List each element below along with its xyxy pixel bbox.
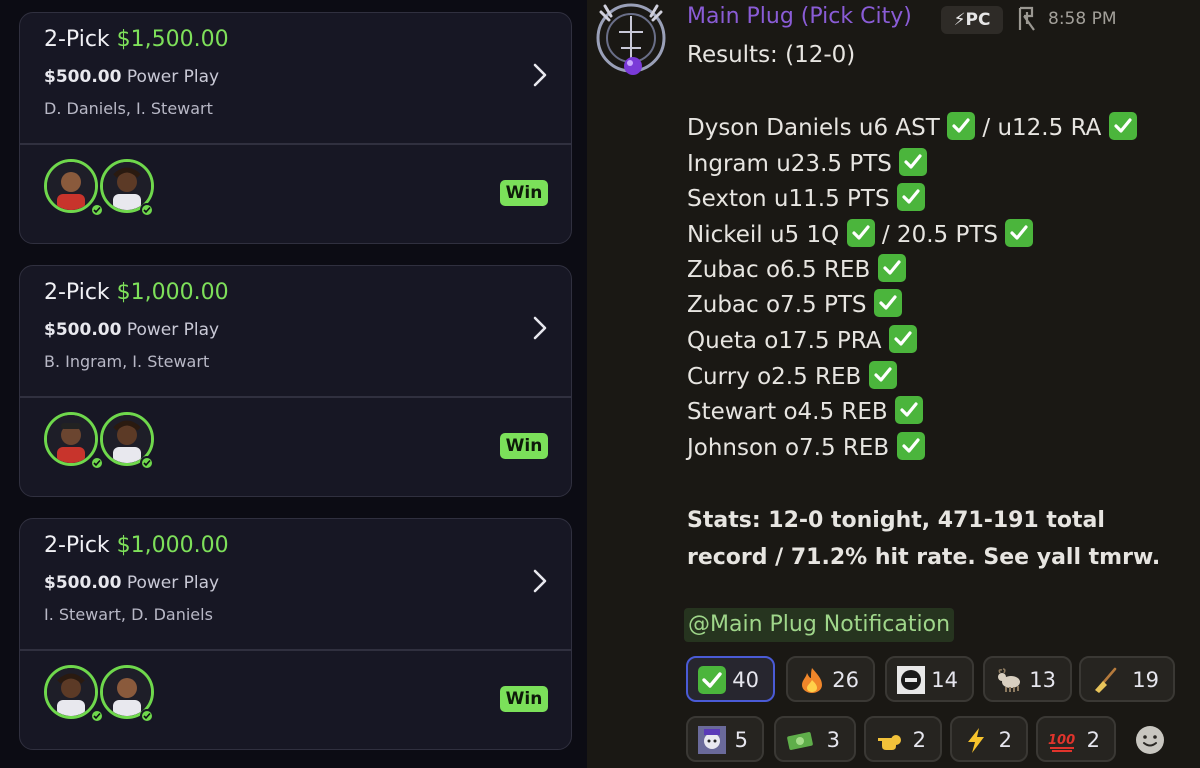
- check-mark-icon: [899, 148, 928, 176]
- reaction-count: 13: [1029, 668, 1056, 692]
- entry-title: 2-Pick $1,500.00: [44, 27, 229, 52]
- check-icon: [140, 709, 154, 723]
- author-avatar[interactable]: [595, 2, 667, 78]
- reaction-fire[interactable]: 26: [786, 656, 875, 702]
- entry-card-header[interactable]: 2-Pick $1,000.00 $500.00 Power Play B. I…: [20, 266, 571, 394]
- author-username[interactable]: Main Plug (Pick City): [687, 4, 912, 29]
- results-header: Results: (12-0): [687, 42, 856, 68]
- entries-panel: 2-Pick $1,500.00 $500.00 Power Play D. D…: [0, 0, 587, 768]
- entry-title: 2-Pick $1,000.00: [44, 533, 229, 558]
- entry-title: 2-Pick $1,000.00: [44, 280, 229, 305]
- entry-card[interactable]: 2-Pick $1,000.00 $500.00 Power Play I. S…: [19, 518, 572, 750]
- reaction-lightning[interactable]: 2: [950, 716, 1028, 762]
- check-icon: [140, 456, 154, 470]
- check-mark-icon: [896, 183, 925, 211]
- pick-line: Zubac o6.5 REB: [687, 254, 906, 283]
- reaction-count: 40: [732, 668, 759, 692]
- reaction-count: 3: [826, 728, 840, 752]
- reaction-check[interactable]: 40: [686, 656, 775, 702]
- server-tag[interactable]: ⚡PC: [941, 6, 1003, 34]
- broom-emoji-icon: [1095, 667, 1117, 693]
- chevron-right-icon[interactable]: [526, 61, 554, 89]
- divider: [20, 649, 571, 651]
- reaction-count: 5: [734, 728, 748, 752]
- entry-card[interactable]: 2-Pick $1,500.00 $500.00 Power Play D. D…: [19, 12, 572, 244]
- lightning-emoji-icon: [968, 728, 984, 753]
- check-icon: [90, 203, 104, 217]
- pick-line: Stewart o4.5 REB: [687, 396, 924, 425]
- check-mark-icon: [873, 289, 902, 317]
- pick-line: Queta o17.5 PRA: [687, 325, 917, 354]
- entry-stake: $500.00 Power Play: [44, 320, 220, 340]
- check-mark-icon: [888, 325, 917, 353]
- reaction-custom-character[interactable]: 5: [686, 716, 764, 762]
- pointing-hand-emoji-icon: [878, 735, 901, 750]
- reaction-count: 2: [1086, 728, 1100, 752]
- check-mark-icon: [1108, 112, 1137, 140]
- reaction-money[interactable]: 3: [774, 716, 856, 762]
- pick-line: Johnson o7.5 REB: [687, 432, 925, 461]
- reaction-broom[interactable]: 19: [1079, 656, 1175, 702]
- entry-card-header[interactable]: 2-Pick $1,000.00 $500.00 Power Play I. S…: [20, 519, 571, 647]
- custom-character-emoji-icon: [698, 726, 726, 754]
- pick-line: Sexton u11.5 PTS: [687, 183, 925, 212]
- reaction-goat[interactable]: 13: [983, 656, 1072, 702]
- entry-players: I. Stewart, D. Daniels: [44, 605, 213, 624]
- entry-players: B. Ingram, I. Stewart: [44, 352, 210, 371]
- role-mention[interactable]: @Main Plug Notification: [684, 608, 955, 642]
- fire-emoji-icon: [802, 668, 822, 693]
- entry-stake: $500.00 Power Play: [44, 573, 220, 593]
- chat-message-panel: Main Plug (Pick City) ⚡PC 8:58 PM Result…: [587, 0, 1200, 768]
- custom-face-emoji-icon: [897, 666, 925, 694]
- check-icon: [140, 203, 154, 217]
- chevron-right-icon[interactable]: [526, 567, 554, 595]
- divider: [20, 143, 571, 145]
- check-mark-icon: [846, 219, 875, 247]
- check-mark-icon: [868, 361, 897, 389]
- check-icon: [90, 456, 104, 470]
- reaction-count: 2: [998, 728, 1012, 752]
- entry-players: D. Daniels, I. Stewart: [44, 99, 213, 118]
- chevron-right-icon[interactable]: [526, 314, 554, 342]
- win-badge: Win: [500, 180, 548, 206]
- check-icon: [90, 709, 104, 723]
- goat-emoji-icon: [998, 668, 1020, 692]
- check-mark-icon: [895, 396, 924, 424]
- check-mark-icon: [947, 112, 976, 140]
- reaction-count: 26: [832, 668, 859, 692]
- entry-stake: $500.00 Power Play: [44, 67, 220, 87]
- svg-text:100: 100: [1048, 733, 1075, 748]
- check-mark-emoji-icon: [698, 666, 726, 694]
- pick-line: Zubac o7.5 PTS: [687, 289, 902, 318]
- entry-card[interactable]: 2-Pick $1,000.00 $500.00 Power Play B. I…: [19, 265, 572, 497]
- reaction-hundred[interactable]: 100 2: [1036, 716, 1116, 762]
- reaction-custom-face[interactable]: 14: [885, 656, 974, 702]
- check-mark-icon: [896, 432, 925, 460]
- player-avatar: [44, 665, 98, 719]
- hundred-points-emoji-icon: 100: [1048, 733, 1075, 752]
- win-badge: Win: [500, 686, 548, 712]
- win-badge: Win: [500, 433, 548, 459]
- check-mark-icon: [1005, 219, 1034, 247]
- message-timestamp: 8:58 PM: [1048, 9, 1117, 29]
- reaction-pointing-hand[interactable]: 2: [864, 716, 942, 762]
- pick-line: Ingram u23.5 PTS: [687, 148, 928, 177]
- reaction-count: 2: [912, 728, 926, 752]
- stats-summary: Stats: 12-0 tonight, 471-191 total recor…: [687, 508, 1161, 570]
- money-emoji-icon: [787, 732, 813, 750]
- reaction-count: 14: [931, 668, 958, 692]
- pick-line: Curry o2.5 REB: [687, 361, 897, 390]
- pick-line: Dyson Daniels u6 AST / u12.5 RA: [687, 112, 1137, 141]
- role-icon: [1018, 6, 1035, 31]
- check-mark-icon: [877, 254, 906, 282]
- divider: [20, 396, 571, 398]
- entry-card-header[interactable]: 2-Pick $1,500.00 $500.00 Power Play D. D…: [20, 13, 571, 141]
- player-avatar: [44, 159, 98, 213]
- reaction-count: 19: [1132, 668, 1159, 692]
- add-reaction-icon[interactable]: [1126, 718, 1174, 762]
- player-avatar: [44, 412, 98, 466]
- pick-line: Nickeil u5 1Q / 20.5 PTS: [687, 219, 1034, 248]
